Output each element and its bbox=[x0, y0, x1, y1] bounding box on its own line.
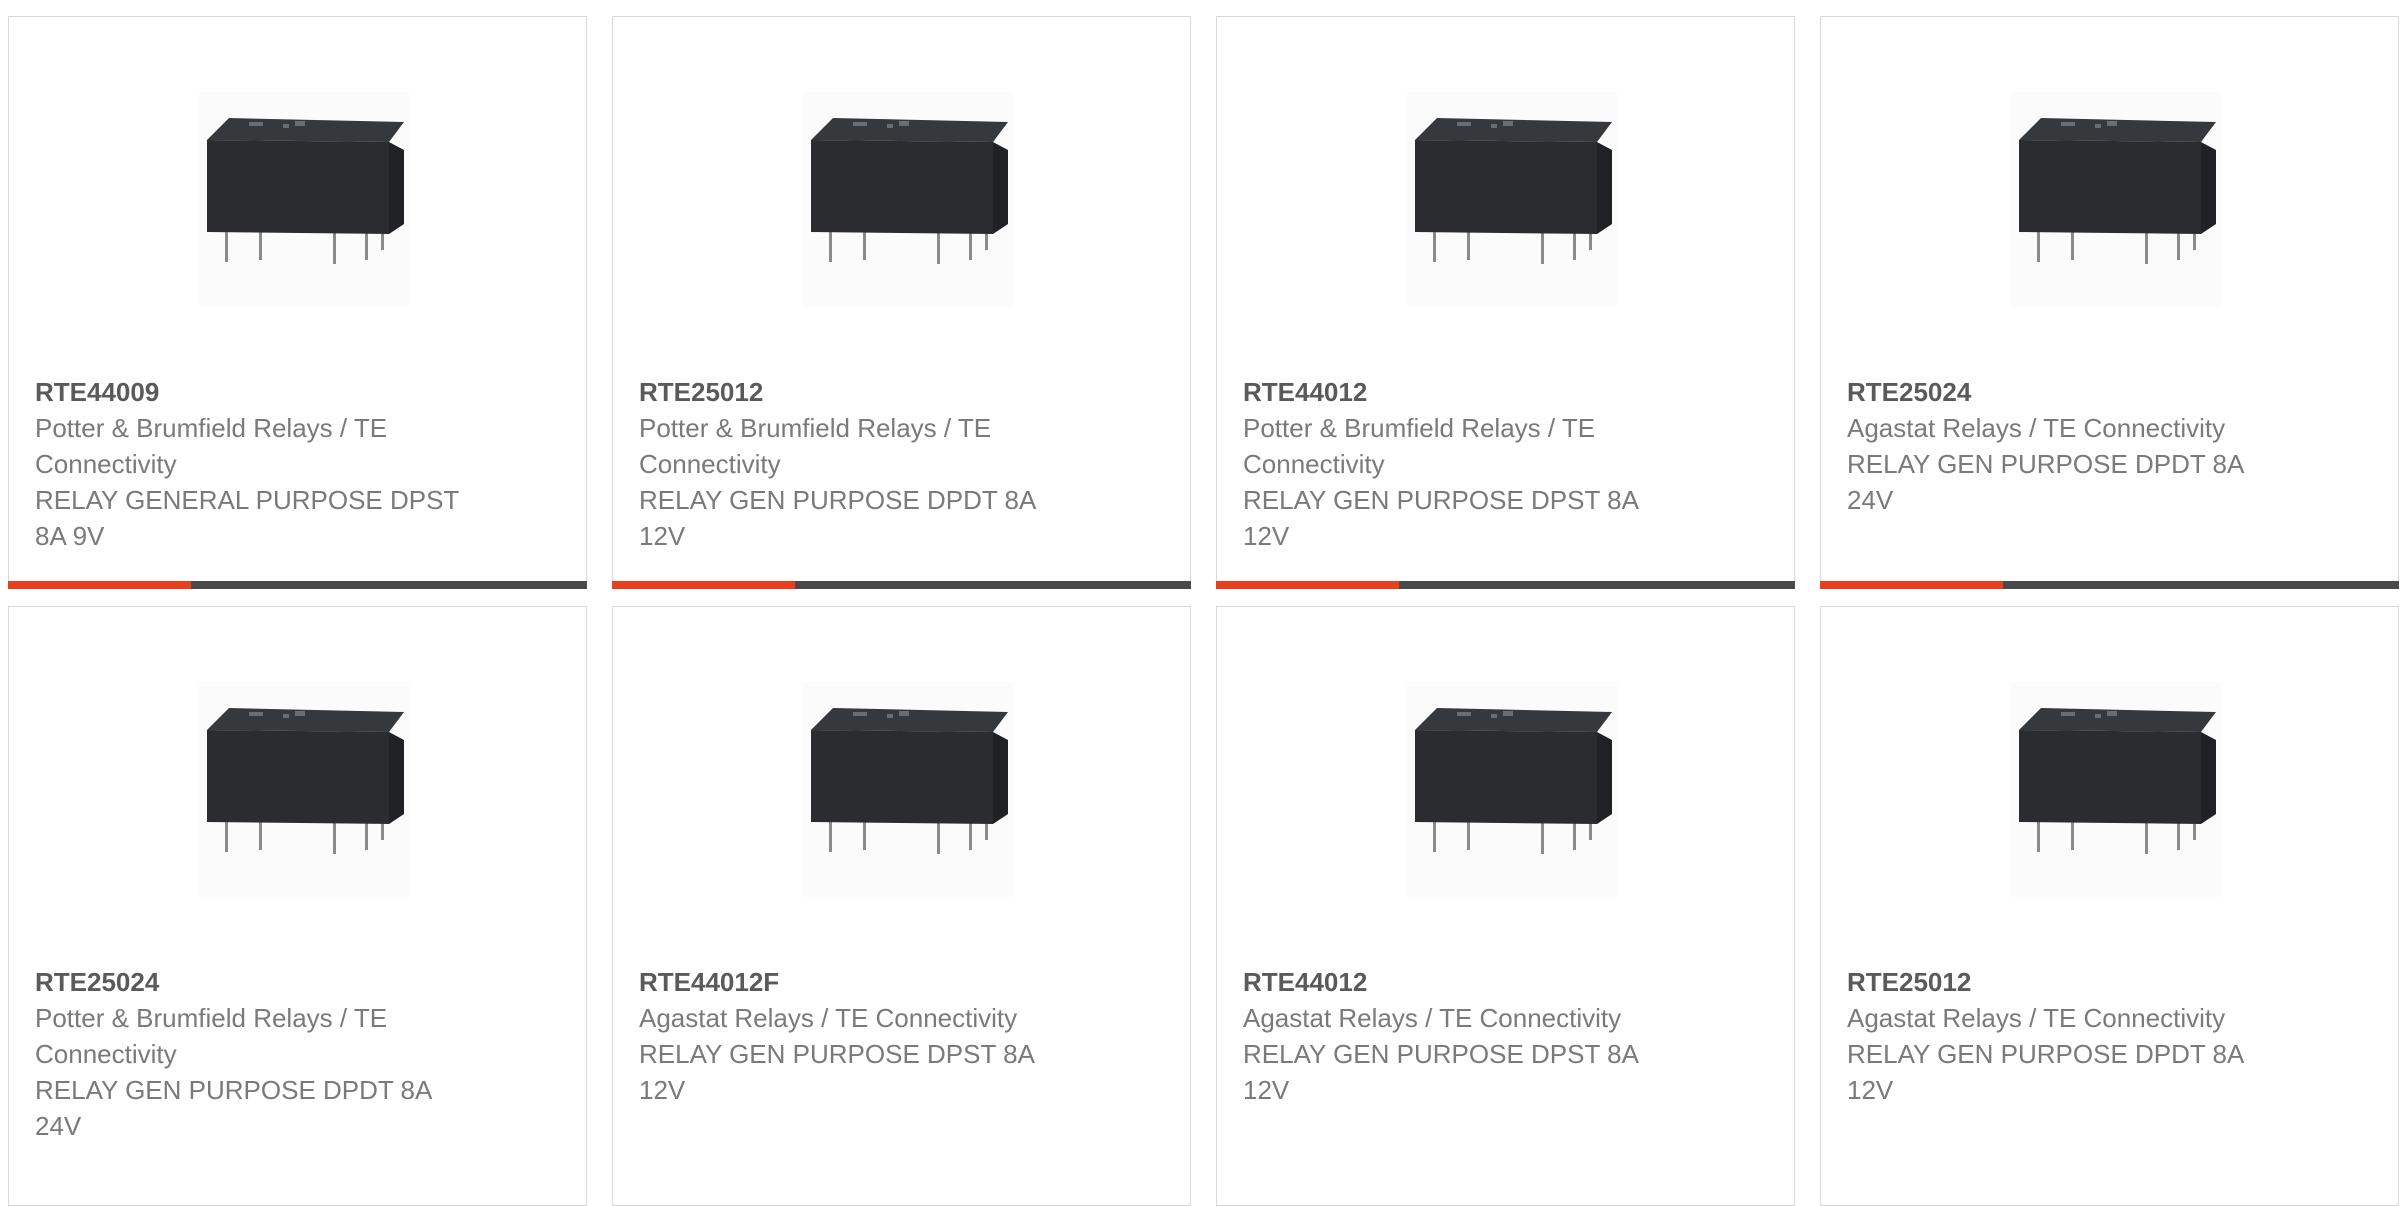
product-info: RTE44012F Agastat Relays / TE Connectivi… bbox=[639, 964, 1069, 1108]
relay-product-image[interactable] bbox=[803, 92, 1013, 307]
product-card[interactable]: RTE25024 Agastat Relays / TE Connectivit… bbox=[1820, 16, 2399, 589]
product-card[interactable]: RTE25024 Potter & Brumfield Relays / TE … bbox=[8, 606, 587, 1206]
product-info: RTE44012 Potter & Brumfield Relays / TE … bbox=[1243, 374, 1673, 554]
part-number[interactable]: RTE25024 bbox=[35, 964, 465, 1000]
relay-product-image[interactable] bbox=[803, 682, 1013, 897]
relay-product-image[interactable] bbox=[199, 92, 409, 307]
relay-image-graphic bbox=[199, 682, 409, 897]
card-accent-bar bbox=[1216, 581, 1399, 589]
product-info: RTE25024 Agastat Relays / TE Connectivit… bbox=[1847, 374, 2277, 518]
manufacturer: Agastat Relays / TE Connectivity bbox=[1243, 1003, 1622, 1033]
card-bottom-bar bbox=[1820, 581, 2399, 589]
card-accent-bar bbox=[8, 581, 191, 589]
relay-product-image[interactable] bbox=[2011, 92, 2221, 307]
product-info: RTE44009 Potter & Brumfield Relays / TE … bbox=[35, 374, 465, 554]
part-number[interactable]: RTE25012 bbox=[639, 374, 1069, 410]
relay-image-graphic bbox=[2011, 682, 2221, 897]
relay-image-graphic bbox=[199, 92, 409, 307]
relay-image-graphic bbox=[1407, 92, 1617, 307]
manufacturer: Agastat Relays / TE Connectivity bbox=[1847, 1003, 2226, 1033]
product-description: RELAY GEN PURPOSE DPDT 8A 24V bbox=[1847, 449, 2243, 515]
relay-image-graphic bbox=[803, 682, 1013, 897]
part-number[interactable]: RTE25012 bbox=[1847, 964, 2277, 1000]
part-number[interactable]: RTE44012 bbox=[1243, 374, 1673, 410]
card-bottom-bar bbox=[8, 581, 587, 589]
manufacturer: Agastat Relays / TE Connectivity bbox=[1847, 413, 2226, 443]
manufacturer: Potter & Brumfield Relays / TE Connectiv… bbox=[35, 413, 388, 479]
product-card[interactable]: RTE44012F Agastat Relays / TE Connectivi… bbox=[612, 606, 1191, 1206]
relay-product-image[interactable] bbox=[2011, 682, 2221, 897]
manufacturer: Potter & Brumfield Relays / TE Connectiv… bbox=[1243, 413, 1596, 479]
product-description: RELAY GEN PURPOSE DPST 8A 12V bbox=[1243, 1039, 1638, 1105]
product-info: RTE44012 Agastat Relays / TE Connectivit… bbox=[1243, 964, 1673, 1108]
card-bottom-bar bbox=[1216, 581, 1795, 589]
relay-product-image[interactable] bbox=[1407, 682, 1617, 897]
product-card[interactable]: RTE44012 Agastat Relays / TE Connectivit… bbox=[1216, 606, 1795, 1206]
card-accent-bar bbox=[1820, 581, 2003, 589]
part-number[interactable]: RTE44012 bbox=[1243, 964, 1673, 1000]
product-info: RTE25012 Potter & Brumfield Relays / TE … bbox=[639, 374, 1069, 554]
relay-image-graphic bbox=[1407, 682, 1617, 897]
product-description: RELAY GEN PURPOSE DPDT 8A 24V bbox=[35, 1075, 431, 1141]
relay-product-image[interactable] bbox=[1407, 92, 1617, 307]
manufacturer: Potter & Brumfield Relays / TE Connectiv… bbox=[35, 1003, 388, 1069]
part-number[interactable]: RTE44012F bbox=[639, 964, 1069, 1000]
product-info: RTE25012 Agastat Relays / TE Connectivit… bbox=[1847, 964, 2277, 1108]
product-grid: RTE44009 Potter & Brumfield Relays / TE … bbox=[0, 0, 2400, 1206]
product-description: RELAY GEN PURPOSE DPST 8A 12V bbox=[639, 1039, 1034, 1105]
product-description: RELAY GENERAL PURPOSE DPST 8A 9V bbox=[35, 485, 459, 551]
card-accent-bar bbox=[612, 581, 795, 589]
product-card[interactable]: RTE25012 Potter & Brumfield Relays / TE … bbox=[612, 16, 1191, 589]
product-description: RELAY GEN PURPOSE DPST 8A 12V bbox=[1243, 485, 1638, 551]
relay-image-graphic bbox=[803, 92, 1013, 307]
manufacturer: Potter & Brumfield Relays / TE Connectiv… bbox=[639, 413, 992, 479]
card-bottom-bar bbox=[612, 581, 1191, 589]
part-number[interactable]: RTE44009 bbox=[35, 374, 465, 410]
product-card[interactable]: RTE25012 Agastat Relays / TE Connectivit… bbox=[1820, 606, 2399, 1206]
part-number[interactable]: RTE25024 bbox=[1847, 374, 2277, 410]
relay-image-graphic bbox=[2011, 92, 2221, 307]
manufacturer: Agastat Relays / TE Connectivity bbox=[639, 1003, 1018, 1033]
product-info: RTE25024 Potter & Brumfield Relays / TE … bbox=[35, 964, 465, 1144]
relay-product-image[interactable] bbox=[199, 682, 409, 897]
product-card[interactable]: RTE44012 Potter & Brumfield Relays / TE … bbox=[1216, 16, 1795, 589]
product-card[interactable]: RTE44009 Potter & Brumfield Relays / TE … bbox=[8, 16, 587, 589]
product-description: RELAY GEN PURPOSE DPDT 8A 12V bbox=[1847, 1039, 2243, 1105]
product-description: RELAY GEN PURPOSE DPDT 8A 12V bbox=[639, 485, 1035, 551]
